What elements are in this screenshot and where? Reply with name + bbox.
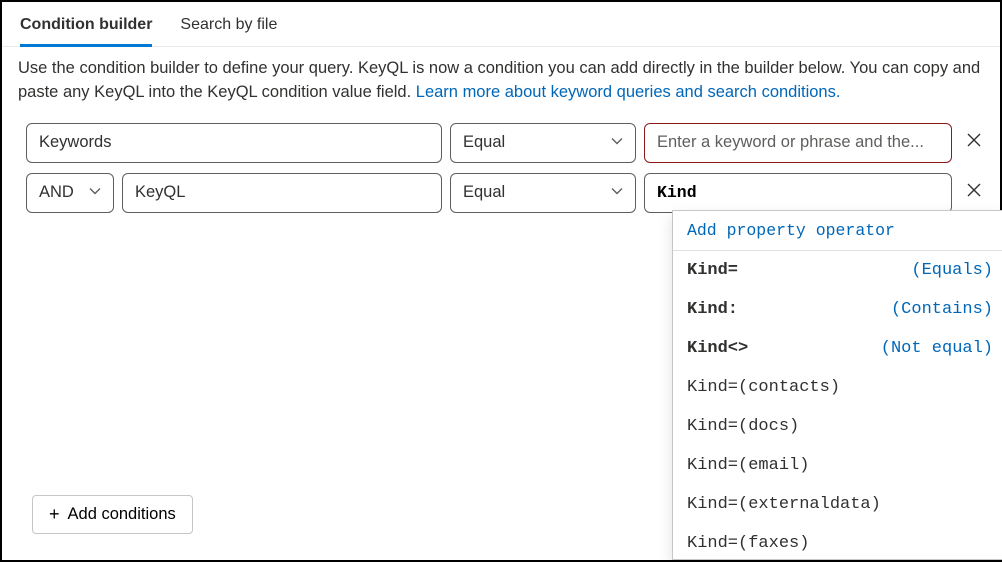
- logical-label: AND: [39, 183, 74, 202]
- keyword-field[interactable]: [657, 133, 939, 152]
- tab-search-by-file[interactable]: Search by file: [180, 12, 277, 46]
- add-conditions-button[interactable]: + Add conditions: [32, 495, 193, 534]
- suggestion-label: Kind<>: [687, 339, 748, 358]
- condition-rows: Keywords Equal AND: [2, 105, 1000, 213]
- suggestion-label: Kind=(faxes): [687, 534, 809, 553]
- description: Use the condition builder to define your…: [2, 47, 1000, 105]
- suggestion-hint: (Contains): [891, 300, 993, 319]
- suggestion-hint: (Equals): [911, 261, 993, 280]
- value-input[interactable]: [644, 173, 952, 213]
- plus-icon: +: [49, 504, 60, 525]
- suggestion-operator[interactable]: Kind<> (Not equal): [673, 329, 1002, 368]
- suggestion-value[interactable]: Kind=(docs): [673, 407, 1002, 446]
- close-icon: [966, 182, 982, 203]
- suggestion-label: Kind=(email): [687, 456, 809, 475]
- remove-row-button[interactable]: [960, 129, 988, 157]
- chevron-down-icon: [89, 185, 101, 200]
- operator-label: Equal: [463, 183, 505, 202]
- tabs: Condition builder Search by file: [2, 2, 1000, 47]
- suggestion-value[interactable]: Kind=(contacts): [673, 368, 1002, 407]
- add-conditions-label: Add conditions: [68, 505, 176, 524]
- suggestion-value[interactable]: Kind=(externaldata): [673, 485, 1002, 524]
- suggestion-label: Kind:: [687, 300, 738, 319]
- logical-select[interactable]: AND: [26, 173, 114, 213]
- learn-more-link[interactable]: Learn more about keyword queries and sea…: [416, 83, 841, 101]
- suggestion-label: Kind=(contacts): [687, 378, 840, 397]
- suggestion-value[interactable]: Kind=(email): [673, 446, 1002, 485]
- property-label: KeyQL: [135, 183, 185, 202]
- suggestion-label: Kind=(externaldata): [687, 495, 881, 514]
- suggestion-operator[interactable]: Kind= (Equals): [673, 251, 1002, 290]
- operator-select[interactable]: Equal: [450, 123, 636, 163]
- suggestion-label: Kind=: [687, 261, 738, 280]
- close-icon: [966, 132, 982, 153]
- tab-condition-builder[interactable]: Condition builder: [20, 12, 152, 47]
- suggestion-value[interactable]: Kind=(faxes): [673, 524, 1002, 560]
- chevron-down-icon: [611, 135, 623, 150]
- suggestion-operator[interactable]: Kind: (Contains): [673, 290, 1002, 329]
- property-select[interactable]: Keywords: [26, 123, 442, 163]
- suggestion-hint: (Not equal): [881, 339, 993, 358]
- property-select[interactable]: KeyQL: [122, 173, 442, 213]
- condition-row: AND KeyQL Equal: [26, 173, 976, 213]
- keyql-field[interactable]: [657, 183, 939, 202]
- suggestion-label: Kind=(docs): [687, 417, 799, 436]
- operator-select[interactable]: Equal: [450, 173, 636, 213]
- autocomplete-header: Add property operator: [673, 211, 1002, 251]
- property-label: Keywords: [39, 133, 111, 152]
- operator-label: Equal: [463, 133, 505, 152]
- condition-row: Keywords Equal: [26, 123, 976, 163]
- autocomplete-dropdown: Add property operator Kind= (Equals) Kin…: [672, 210, 1002, 560]
- remove-row-button[interactable]: [960, 179, 988, 207]
- chevron-down-icon: [611, 185, 623, 200]
- value-input[interactable]: [644, 123, 952, 163]
